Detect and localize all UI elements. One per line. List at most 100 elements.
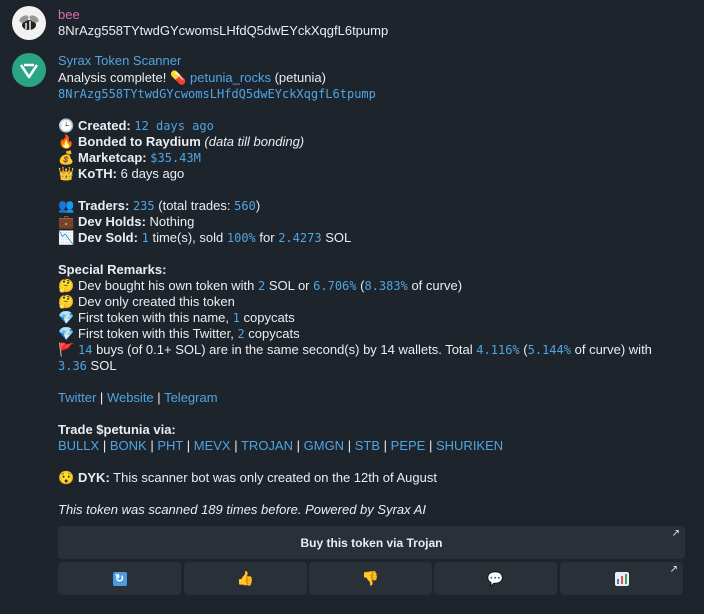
trade-link-pepe[interactable]: PEPE xyxy=(391,438,426,453)
pill-icon: 💊 xyxy=(170,70,187,85)
devholds-value: Nothing xyxy=(149,214,195,229)
thumbs-down-button[interactable]: 👎 xyxy=(309,562,432,595)
traders-mid: (total trades: xyxy=(158,198,231,213)
sender-name-bee[interactable]: bee xyxy=(58,7,80,22)
clock-icon: 🕒 xyxy=(58,118,75,133)
devsold-mid: time(s), sold xyxy=(152,230,224,245)
r5-count[interactable]: 14 xyxy=(78,343,92,357)
bee-avatar[interactable] xyxy=(12,6,46,40)
bonded-label: Bonded to Raydium xyxy=(78,134,201,149)
trades-value[interactable]: 560 xyxy=(234,199,256,213)
footer-note: This token was scanned 189 times before.… xyxy=(58,502,427,517)
social-links: Twitter | Website | Telegram xyxy=(58,390,218,405)
r1-curve[interactable]: 8.383% xyxy=(364,279,407,293)
r4-text: First token with this Twitter, xyxy=(78,326,234,341)
r5-curve[interactable]: 5.144% xyxy=(528,343,571,357)
external-link-arrow-icon: ↗ xyxy=(669,564,678,575)
thinking-face-icon: 🤔 xyxy=(58,294,75,309)
created-value[interactable]: 12 days ago xyxy=(134,119,213,133)
devholds-label: Dev Holds: xyxy=(78,214,146,229)
gem-icon: 💎 xyxy=(58,326,75,341)
r5-d: SOL xyxy=(90,358,117,373)
r3-b: copycats xyxy=(243,310,295,325)
speech-bubble-icon: 💬 xyxy=(487,570,504,586)
dyk-text: This scanner bot was only created on the… xyxy=(113,470,437,485)
trade-link-shuriken[interactable]: SHURIKEN xyxy=(436,438,503,453)
traders-value[interactable]: 235 xyxy=(133,199,155,213)
trade-link-trojan[interactable]: TROJAN xyxy=(241,438,293,453)
devsold-for: for xyxy=(259,230,275,245)
message-text: 8NrAzg558TYtwdGYcwomsLHfdQ5dwEYckXqgfL6t… xyxy=(58,23,389,38)
refresh-button[interactable]: ↻ xyxy=(58,562,181,595)
devsold-times[interactable]: 1 xyxy=(142,231,149,245)
syrax-avatar[interactable] xyxy=(12,53,46,87)
briefcase-icon: 💼 xyxy=(58,214,75,229)
token-name: (petunia) xyxy=(274,70,326,85)
comment-button[interactable]: 💬 xyxy=(434,562,557,595)
surprised-face-icon: 😯 xyxy=(58,470,75,485)
trade-links: BULLX | BONK | PHT | MEVX | TROJAN | GMG… xyxy=(58,438,504,453)
scanner-message-body: Analysis complete! 💊 petunia_rocks (petun… xyxy=(58,70,698,518)
sender-name-syrax[interactable]: Syrax Token Scanner xyxy=(58,53,181,68)
r1-b: SOL or xyxy=(268,278,310,293)
devsold-sol[interactable]: 2.4273 xyxy=(278,231,321,245)
trade-link-mevx[interactable]: MEVX xyxy=(194,438,231,453)
thinking-face-icon: 🤔 xyxy=(58,278,75,293)
telegram-link[interactable]: Telegram xyxy=(164,390,217,405)
r3-count[interactable]: 1 xyxy=(233,311,240,325)
thumbs-up-button[interactable]: 👍 xyxy=(184,562,307,595)
token-link[interactable]: petunia_rocks xyxy=(190,70,271,85)
thumbs-down-icon: 👎 xyxy=(361,570,380,586)
website-link[interactable]: Website xyxy=(107,390,154,405)
trade-link-gmgn[interactable]: GMGN xyxy=(304,438,344,453)
fire-icon: 🔥 xyxy=(58,134,75,149)
trade-link-stb[interactable]: STB xyxy=(355,438,380,453)
remarks-title: Special Remarks: xyxy=(58,262,167,277)
buy-trojan-button[interactable]: Buy this token via Trojan ↗ xyxy=(58,526,685,559)
thumbs-up-icon: 👍 xyxy=(236,570,255,586)
bee-icon xyxy=(19,15,39,30)
chart-button[interactable]: ↗ xyxy=(560,562,683,595)
token-address[interactable]: 8NrAzg558TYtwdGYcwomsLHfdQ5dwEYckXqgfL6t… xyxy=(58,87,376,101)
trade-link-bonk[interactable]: BONK xyxy=(110,438,147,453)
chart-down-icon: 📉 xyxy=(58,230,75,245)
devsold-pct[interactable]: 100% xyxy=(227,231,256,245)
r5-c: of curve) with xyxy=(574,342,652,357)
analysis-prefix: Analysis complete! xyxy=(58,70,167,85)
created-label: Created: xyxy=(78,118,131,133)
external-link-arrow-icon: ↗ xyxy=(671,528,680,539)
gem-icon: 💎 xyxy=(58,310,75,325)
r4-count[interactable]: 2 xyxy=(237,327,244,341)
traders-end: ) xyxy=(255,198,261,213)
crown-icon: 👑 xyxy=(58,166,75,181)
devsold-unit: SOL xyxy=(325,230,352,245)
r1-text: Dev bought his own token with xyxy=(78,278,255,293)
devsold-label: Dev Sold: xyxy=(78,230,138,245)
twitter-link[interactable]: Twitter xyxy=(58,390,96,405)
marketcap-value[interactable]: $35.43M xyxy=(150,151,201,165)
red-flag-icon: 🚩 xyxy=(58,342,75,357)
trade-link-pht[interactable]: PHT xyxy=(157,438,183,453)
r1-sol[interactable]: 2 xyxy=(258,279,265,293)
koth-label: KoTH: xyxy=(78,166,117,181)
r3-text: First token with this name, xyxy=(78,310,229,325)
bar-chart-icon xyxy=(614,571,629,586)
dyk-label: DYK: xyxy=(78,470,110,485)
r1-d: of curve) xyxy=(411,278,463,293)
refresh-icon: ↻ xyxy=(112,571,127,586)
r5-pct[interactable]: 4.116% xyxy=(476,343,519,357)
koth-value: 6 days ago xyxy=(120,166,185,181)
money-bag-icon: 💰 xyxy=(58,150,75,165)
r2-text: Dev only created this token xyxy=(78,294,235,309)
r1-pct[interactable]: 6.706% xyxy=(313,279,356,293)
r4-b: copycats xyxy=(248,326,300,341)
traders-label: Traders: xyxy=(78,198,130,213)
syrax-logo-icon xyxy=(19,63,39,79)
trade-link-bullx[interactable]: BULLX xyxy=(58,438,99,453)
people-icon: 👥 xyxy=(58,198,75,213)
buy-trojan-label: Buy this token via Trojan xyxy=(300,535,443,550)
r5-sol[interactable]: 3.36 xyxy=(58,359,87,373)
marketcap-label: Marketcap: xyxy=(78,150,147,165)
bonded-note: (data till bonding) xyxy=(204,134,305,149)
trade-title: Trade $petunia via: xyxy=(58,422,176,437)
